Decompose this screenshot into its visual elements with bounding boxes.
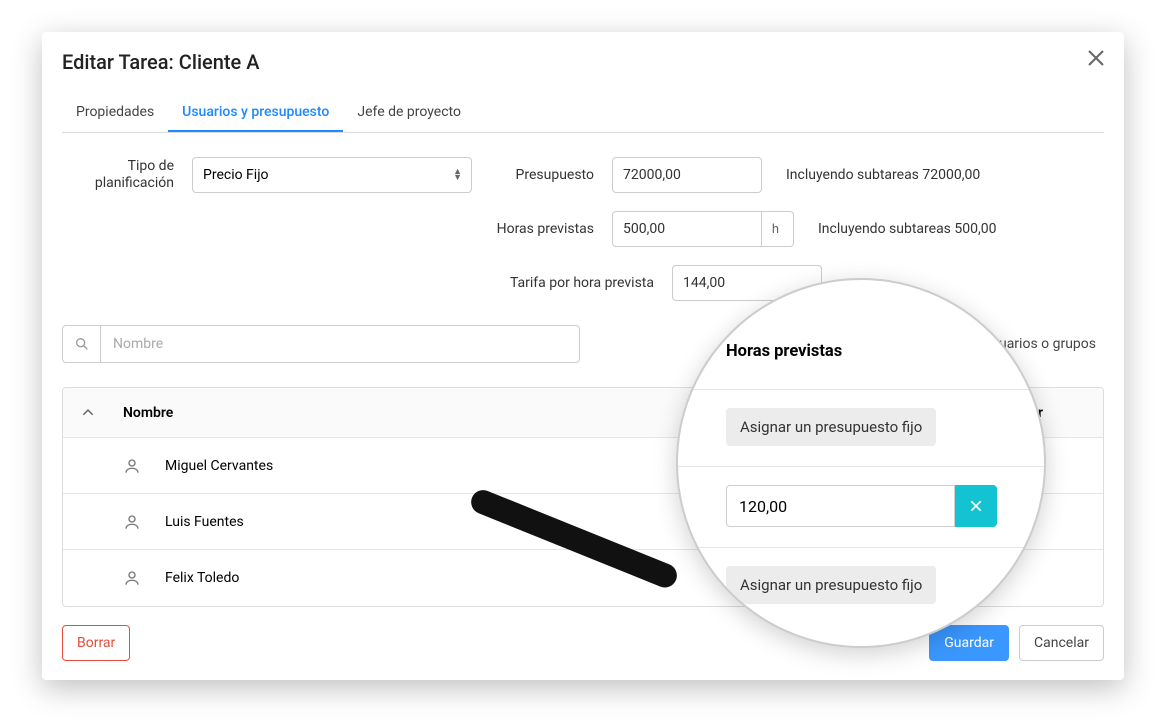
person-icon (123, 569, 141, 587)
presupuesto-label: Presupuesto (492, 167, 612, 183)
magnifier-hours-input[interactable] (726, 485, 955, 527)
assign-fixed-budget-button-1[interactable]: Asignar un presupuesto fijo (726, 408, 936, 446)
dialog-footer: Borrar Guardar Cancelar (62, 625, 1104, 661)
search-input[interactable] (100, 325, 580, 363)
tab-jefe-proyecto[interactable]: Jefe de proyecto (343, 94, 475, 132)
select-caret-icon: ▲▼ (453, 169, 462, 181)
assign-fixed-budget-button-2[interactable]: Asignar un presupuesto fijo (726, 566, 936, 604)
tab-usuarios-presupuesto[interactable]: Usuarios y presupuesto (168, 94, 343, 132)
tab-propiedades[interactable]: Propiedades (62, 94, 168, 132)
tabs: Propiedades Usuarios y presupuesto Jefe … (62, 94, 1104, 133)
user-name: Luis Fuentes (165, 514, 244, 530)
delete-button[interactable]: Borrar (62, 625, 130, 661)
horas-unit: h (758, 211, 794, 247)
dialog-title: Editar Tarea: Cliente A (62, 50, 1104, 74)
cancel-button[interactable]: Cancelar (1019, 625, 1104, 661)
user-name: Miguel Cervantes (165, 458, 273, 474)
tarifa-label: Tarifa por hora prevista (492, 275, 672, 291)
horas-sidetext: Incluyendo subtareas 500,00 (818, 221, 996, 237)
horas-previstas-label: Horas previstas (492, 221, 612, 237)
search-icon (62, 325, 100, 363)
tipo-planificacion-select[interactable]: Precio Fijo (192, 157, 472, 193)
sort-icon[interactable] (63, 406, 113, 420)
horas-previstas-input[interactable] (612, 211, 762, 247)
close-button[interactable] (1084, 46, 1108, 70)
clear-hours-button[interactable] (955, 485, 997, 527)
user-name: Felix Toledo (165, 570, 239, 586)
tipo-planificacion-label: Tipo de planificación (72, 158, 192, 193)
magnifier-lens: Horas previstas Asignar un presupuesto f… (676, 278, 1046, 648)
save-button[interactable]: Guardar (929, 625, 1009, 661)
person-icon (123, 457, 141, 475)
col-name-header[interactable]: Nombre (113, 405, 763, 421)
person-icon (123, 513, 141, 531)
presupuesto-sidetext: Incluyendo subtareas 72000,00 (786, 167, 980, 183)
presupuesto-input[interactable] (612, 157, 762, 193)
magnifier-title: Horas previstas (726, 342, 1002, 361)
